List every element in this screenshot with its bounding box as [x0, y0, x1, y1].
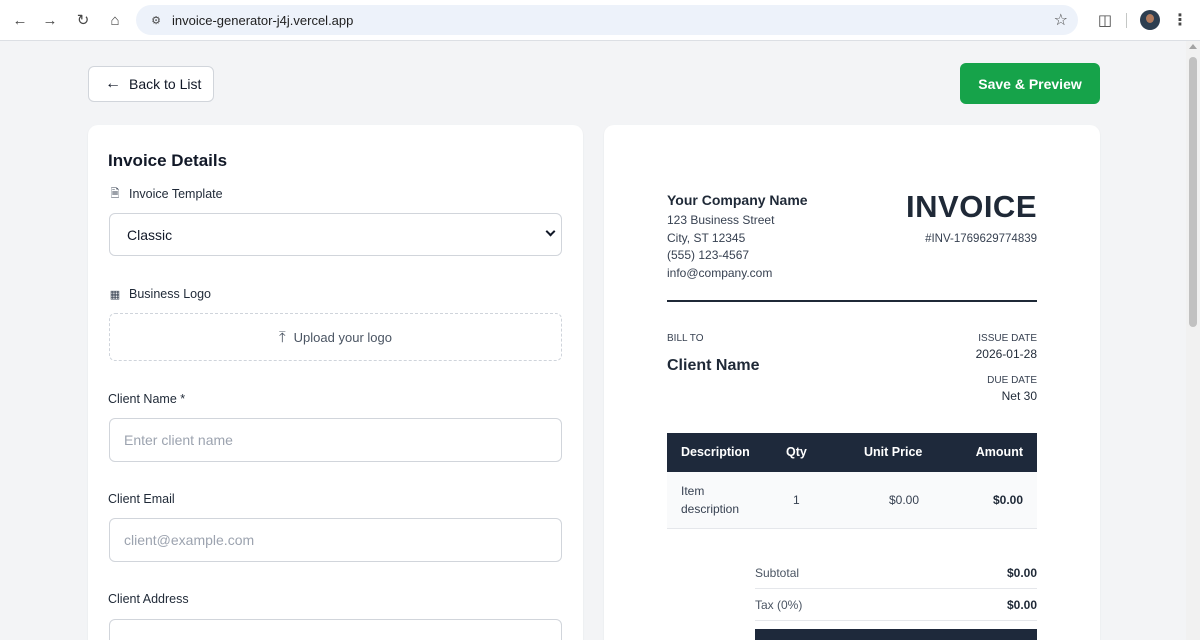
- page-scrollbar[interactable]: [1186, 41, 1200, 640]
- company-city-line: City, ST 12345: [667, 230, 746, 245]
- building-icon: ▦: [109, 288, 121, 301]
- company-phone-line: (555) 123-4567: [667, 248, 750, 262]
- subtotal-label: Subtotal: [755, 566, 800, 580]
- client-name-input[interactable]: Enter client name: [109, 418, 562, 462]
- row-qty: 1: [793, 493, 800, 507]
- back-to-list-button[interactable]: ← Back to List: [88, 66, 214, 102]
- template-select-value: Classic: [127, 226, 173, 243]
- client-address-input[interactable]: [109, 619, 562, 640]
- client-name-label: Client Name *: [108, 392, 186, 406]
- document-icon: 🗎: [110, 187, 120, 200]
- row-description-line2: description: [681, 502, 740, 516]
- subtotal-value: $0.00: [1006, 566, 1037, 580]
- bill-to-label: BILL TO: [667, 333, 704, 344]
- back-icon[interactable]: ←: [8, 8, 32, 32]
- header-qty: Qty: [786, 445, 807, 459]
- invoice-details-card: Invoice Details 🗎 Invoice Template Class…: [88, 125, 583, 640]
- subtotal-line: Subtotal $0.00: [755, 557, 1037, 589]
- tax-line: Tax (0%) $0.00: [755, 589, 1037, 621]
- row-unit-price: $0.00: [889, 493, 920, 507]
- logo-label: ▦ Business Logo: [109, 287, 212, 301]
- menu-icon[interactable]: ⋮: [1170, 8, 1190, 32]
- upload-icon: ⤒: [279, 328, 286, 346]
- invoice-title: INVOICE: [906, 189, 1037, 224]
- company-address-line: 123 Business Street: [667, 213, 775, 227]
- issue-date-label: ISSUE DATE: [978, 333, 1037, 344]
- row-description-line1: Item: [681, 484, 705, 498]
- site-info-icon[interactable]: ⚙: [142, 8, 170, 32]
- template-label: 🗎 Invoice Template: [108, 187, 223, 201]
- save-preview-button[interactable]: Save & Preview: [960, 63, 1100, 104]
- url-text[interactable]: invoice-generator-j4j.vercel.app: [172, 13, 353, 28]
- header-amount: Amount: [975, 445, 1023, 459]
- upload-label: Upload your logo: [293, 329, 392, 345]
- chevron-down-icon: [545, 226, 556, 237]
- logo-upload-dropzone[interactable]: ⤒ Upload your logo: [109, 313, 562, 361]
- header-divider: [667, 300, 1037, 302]
- browser-toolbar: ← → ↻ ⌂ ⚙ invoice-generator-j4j.vercel.a…: [0, 0, 1200, 41]
- issue-date-value: 2026-01-28: [975, 347, 1037, 361]
- client-address-label: Client Address: [108, 592, 189, 606]
- extensions-icon[interactable]: ◫: [1093, 8, 1117, 32]
- forward-icon[interactable]: →: [38, 8, 62, 32]
- card-title: Invoice Details: [108, 151, 228, 170]
- company-block: Your Company Name 123 Business Street Ci…: [667, 192, 808, 282]
- invoice-preview-card: Your Company Name 123 Business Street Ci…: [604, 125, 1100, 640]
- tax-label: Tax (0%): [755, 598, 803, 612]
- arrow-left-icon: ←: [105, 75, 121, 92]
- profile-avatar[interactable]: [1140, 10, 1160, 30]
- header-unit-price: Unit Price: [864, 445, 923, 459]
- scroll-up-icon[interactable]: [1189, 44, 1197, 49]
- company-email-line: info@company.com: [667, 265, 773, 280]
- template-select[interactable]: Classic: [109, 213, 562, 256]
- header-description: Description: [681, 445, 750, 459]
- address-bar[interactable]: ⚙ invoice-generator-j4j.vercel.app ☆: [136, 5, 1078, 35]
- items-table-header: Description Qty Unit Price Amount: [667, 433, 1037, 472]
- due-date-value: Net 30: [1001, 389, 1037, 403]
- company-name: Your Company Name: [667, 192, 808, 208]
- scroll-thumb[interactable]: [1189, 57, 1197, 327]
- client-email-input[interactable]: client@example.com: [109, 518, 562, 562]
- star-icon[interactable]: ☆: [1054, 10, 1068, 30]
- due-date-label: DUE DATE: [987, 375, 1037, 386]
- toolbar-divider: [1126, 13, 1127, 28]
- bill-to-client-name: Client Name: [667, 357, 760, 374]
- reload-icon[interactable]: ↻: [71, 8, 95, 32]
- row-amount: $0.00: [992, 493, 1023, 507]
- home-icon[interactable]: ⌂: [103, 8, 127, 32]
- tax-value: $0.00: [1006, 598, 1037, 612]
- total-bar: [755, 629, 1037, 640]
- table-row: Item description 1 $0.00 $0.00: [667, 472, 1037, 529]
- invoice-number: #INV-1769629774839: [925, 233, 1037, 245]
- back-to-list-label: Back to List: [129, 76, 202, 92]
- client-email-label: Client Email: [108, 492, 175, 506]
